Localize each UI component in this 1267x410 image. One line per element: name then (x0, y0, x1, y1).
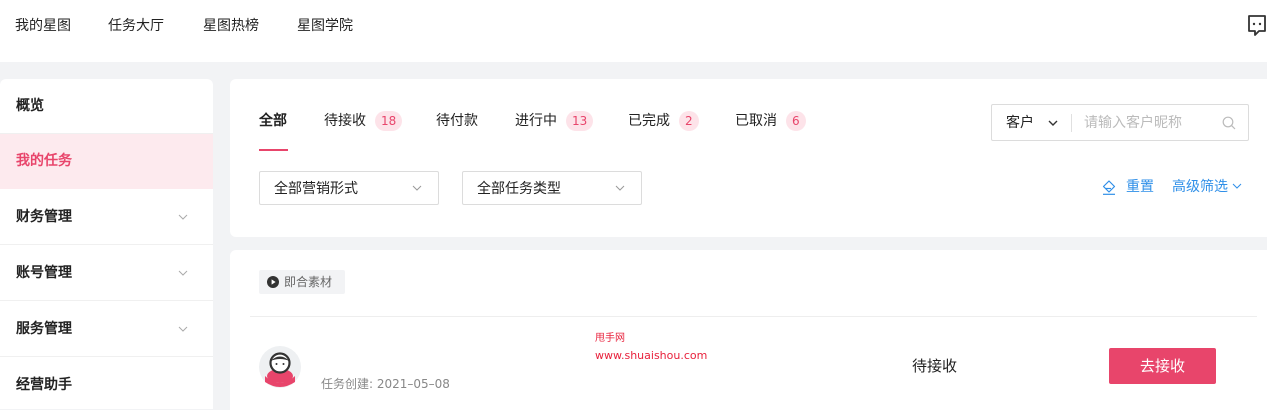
eraser-icon (1102, 180, 1116, 195)
sidebar-item-service[interactable]: 服务管理 (0, 302, 213, 357)
sidebar-item-my-tasks[interactable]: 我的任务 (0, 134, 213, 189)
watermark-title: 甩手网 (595, 333, 625, 344)
select-value: 全部营销形式 (274, 181, 358, 197)
top-navbar: 我的星图 任务大厅 星图热榜 星图学院 (0, 0, 1267, 62)
customer-search: 客户 (991, 104, 1249, 141)
tab-pending-accept[interactable]: 待接收 (324, 112, 366, 130)
tab-cancelled[interactable]: 已取消 (735, 112, 777, 130)
select-value: 全部任务类型 (477, 181, 561, 197)
message-icon[interactable] (1247, 14, 1267, 38)
task-list: 即合素材 任务创建: 2021–05–08 甩手网 www.shuaishou.… (230, 250, 1267, 410)
nav-hot-list[interactable]: 星图热榜 (203, 16, 259, 36)
sidebar-item-label: 财务管理 (16, 209, 72, 225)
material-tag: 即合素材 (259, 270, 345, 294)
marketing-form-select[interactable]: 全部营销形式 (259, 171, 439, 205)
accept-button[interactable]: 去接收 (1109, 348, 1216, 384)
chevron-down-icon (1232, 183, 1242, 189)
active-tab-indicator (259, 149, 288, 151)
tab-pending-payment[interactable]: 待付款 (436, 112, 478, 130)
advanced-filter-button[interactable]: 高级筛选 (1172, 178, 1242, 196)
search-scope-select[interactable]: 客户 (1006, 114, 1034, 132)
nav-academy[interactable]: 星图学院 (297, 16, 353, 36)
divider (1071, 114, 1072, 132)
nav-my-xingtu[interactable]: 我的星图 (15, 16, 71, 36)
filter-panel: 全部 待接收 18 待付款 进行中 13 已完成 2 已取消 6 全部营销形式 … (230, 79, 1267, 237)
chevron-down-icon (178, 326, 188, 332)
nav-task-hall[interactable]: 任务大厅 (108, 16, 164, 36)
sidebar-item-label: 我的任务 (16, 153, 72, 169)
chevron-down-icon[interactable] (1048, 119, 1058, 127)
play-icon (267, 276, 279, 288)
sidebar: 概览 我的任务 财务管理 账号管理 服务管理 经营助手 (0, 79, 213, 409)
created-date: 任务创建: 2021–05–08 (321, 377, 450, 391)
count-badge: 2 (679, 111, 699, 131)
sidebar-item-finance[interactable]: 财务管理 (0, 190, 213, 245)
watermark-url: www.shuaishou.com (595, 349, 708, 362)
count-badge: 13 (566, 111, 594, 131)
status-text: 待接收 (912, 357, 958, 375)
sidebar-item-overview[interactable]: 概览 (0, 79, 213, 134)
sidebar-item-account[interactable]: 账号管理 (0, 246, 213, 301)
sidebar-item-business-assistant[interactable]: 经营助手 (0, 358, 213, 409)
count-badge: 6 (786, 111, 806, 131)
advanced-filter-label: 高级筛选 (1172, 179, 1228, 195)
tab-in-progress[interactable]: 进行中 (515, 112, 557, 130)
search-icon[interactable] (1222, 116, 1236, 130)
chevron-down-icon (412, 185, 422, 191)
tag-label: 即合素材 (284, 275, 333, 289)
task-type-select[interactable]: 全部任务类型 (462, 171, 642, 205)
tab-all[interactable]: 全部 (259, 112, 287, 130)
sidebar-item-label: 概览 (16, 98, 44, 114)
count-badge: 18 (375, 111, 403, 131)
chevron-down-icon (615, 185, 625, 191)
reset-label: 重置 (1126, 179, 1154, 195)
avatar[interactable] (259, 346, 301, 388)
sidebar-item-label: 经营助手 (16, 377, 72, 393)
chevron-down-icon (178, 214, 188, 220)
chevron-down-icon (178, 270, 188, 276)
sidebar-item-label: 账号管理 (16, 265, 72, 281)
sidebar-item-label: 服务管理 (16, 321, 72, 337)
search-input[interactable] (1084, 112, 1214, 134)
divider (250, 316, 1257, 317)
tab-completed[interactable]: 已完成 (628, 112, 670, 130)
